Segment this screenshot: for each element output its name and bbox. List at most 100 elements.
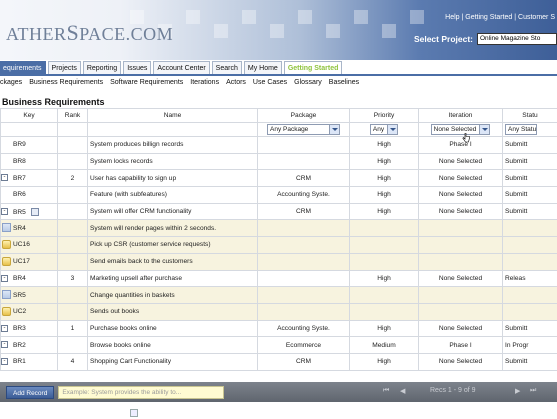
app-logo[interactable]: ATHERSPACE.COM [6, 20, 173, 46]
rank-cell[interactable] [57, 252, 88, 271]
expand-collapse-icon[interactable]: - [1, 274, 8, 282]
priority-cell[interactable] [349, 286, 419, 304]
expand-collapse-icon[interactable]: - [1, 207, 8, 215]
priority-cell[interactable] [349, 236, 419, 254]
status-cell[interactable]: Submitt [502, 186, 557, 204]
table-row[interactable]: - BR4 3 Marketing upsell after purchase High… [0, 269, 557, 288]
subtab-actors[interactable]: Actors [226, 79, 246, 91]
table-row[interactable]: - BR7 2 User has capability to sign up CRM Hi… [0, 169, 557, 188]
note-icon[interactable] [30, 207, 39, 216]
record-key-link[interactable]: UC16 [13, 241, 30, 248]
record-key-link[interactable]: SR4 [13, 225, 26, 232]
name-cell[interactable]: Purchase books online [87, 319, 258, 338]
tab-account-center[interactable]: Account Center [153, 61, 210, 74]
priority-cell[interactable] [349, 252, 419, 271]
iteration-cell[interactable] [418, 252, 503, 271]
tab-issues[interactable]: Issues [123, 61, 152, 74]
record-key-link[interactable]: BR6 [13, 191, 26, 198]
expand-collapse-icon[interactable]: - [1, 341, 8, 349]
project-select[interactable]: Online Magazine Sto [477, 33, 557, 45]
tab-search[interactable]: Search [211, 61, 242, 74]
name-cell[interactable]: Pick up CSR (customer service requests) [87, 236, 258, 254]
previous-page-icon[interactable]: ◀ [400, 387, 405, 395]
column-header-rank[interactable]: Rank [57, 108, 88, 123]
priority-cell[interactable]: High [349, 352, 419, 371]
column-header-priority[interactable]: Priority [349, 108, 419, 123]
record-key-link[interactable]: BR4 [13, 275, 26, 282]
package-cell[interactable]: Accounting Syste. [257, 186, 350, 204]
record-key-link[interactable]: BR1 [13, 358, 26, 365]
iteration-filter-select[interactable]: None Selected [430, 124, 491, 135]
rank-cell[interactable] [57, 219, 88, 238]
record-key-link[interactable]: BR7 [13, 175, 26, 182]
rank-cell[interactable] [57, 302, 88, 321]
name-cell[interactable]: System will render pages within 2 second… [87, 219, 258, 238]
priority-cell[interactable]: High [349, 269, 419, 288]
tab-my-home[interactable]: My Home [243, 61, 282, 74]
package-cell[interactable] [257, 302, 350, 321]
name-cell[interactable]: System will offer CRM functionality [87, 202, 258, 221]
table-row[interactable]: BR9 System produces billign records High Ph… [0, 136, 557, 154]
subtab-use-cases[interactable]: Use Cases [253, 79, 287, 91]
first-page-icon[interactable]: ⏮ [383, 387, 389, 395]
rank-cell[interactable] [57, 286, 88, 304]
column-header-key[interactable]: Key [0, 108, 58, 123]
status-cell[interactable] [502, 219, 557, 238]
subtab-software-requirements[interactable]: Software Requirements [110, 79, 183, 91]
iteration-cell[interactable]: Phase I [418, 136, 503, 154]
package-cell[interactable] [257, 269, 350, 288]
package-cell[interactable]: CRM [257, 202, 350, 221]
top-links[interactable]: Help | Getting Started | Customer S [445, 14, 555, 21]
iteration-cell[interactable]: None Selected [418, 352, 503, 371]
status-cell[interactable]: Submitt [502, 319, 557, 338]
tab-reporting[interactable]: Reporting [82, 61, 122, 74]
package-cell[interactable] [257, 152, 350, 171]
status-cell[interactable]: In Progr [502, 336, 557, 354]
new-record-input[interactable]: Example: System provides the ability to.… [58, 385, 225, 399]
priority-cell[interactable]: Medium [349, 336, 419, 354]
priority-cell[interactable]: High [349, 136, 419, 154]
package-cell[interactable] [257, 286, 350, 304]
table-row[interactable]: BR6 Feature (with subfeatures) Accounting … [0, 186, 557, 204]
priority-cell[interactable]: High [349, 169, 419, 188]
status-cell[interactable]: Submitt [502, 202, 557, 221]
iteration-cell[interactable]: None Selected [418, 152, 503, 171]
name-cell[interactable]: Send emails back to the customers [87, 252, 258, 271]
priority-cell[interactable]: High [349, 186, 419, 204]
last-page-icon[interactable]: ⏭ [530, 387, 536, 395]
expand-collapse-icon[interactable]: - [1, 174, 8, 182]
next-page-icon[interactable]: ▶ [515, 387, 520, 395]
tab-getting-started[interactable]: Getting Started [283, 61, 343, 74]
rank-cell[interactable]: 2 [57, 169, 88, 188]
package-cell[interactable] [257, 219, 350, 238]
table-row[interactable]: - BR2 Browse books online Ecommerce Medium Ph… [0, 336, 557, 354]
iteration-cell[interactable]: None Selected [418, 269, 503, 288]
record-key-link[interactable]: SR5 [13, 292, 26, 299]
package-filter-select[interactable]: Any Package [267, 124, 340, 135]
child-row[interactable]: SR5 Change quantities in baskets [0, 286, 557, 304]
iteration-cell[interactable]: None Selected [418, 319, 503, 338]
record-key-link[interactable]: BR5 [13, 208, 26, 215]
rank-cell[interactable] [57, 152, 88, 171]
tab-projects[interactable]: Projects [47, 61, 81, 74]
expand-collapse-icon[interactable]: - [1, 357, 8, 365]
child-row[interactable]: UC16 Pick up CSR (customer service reques… [0, 236, 557, 254]
table-row[interactable]: - BR1 4 Shopping Cart Functionality CRM High N… [0, 352, 557, 371]
column-header-status[interactable]: Statu [502, 108, 557, 123]
status-cell[interactable]: Submitt [502, 152, 557, 171]
subtab-baselines[interactable]: Baselines [329, 79, 359, 91]
tab-requirements[interactable]: equirements [0, 61, 46, 74]
name-cell[interactable]: Sends out books [87, 302, 258, 321]
table-row[interactable]: BR8 System locks records High None Selected… [0, 152, 557, 171]
record-key-link[interactable]: BR8 [13, 158, 26, 165]
priority-cell[interactable]: High [349, 319, 419, 338]
child-row[interactable]: UC2 Sends out books [0, 302, 557, 321]
status-cell[interactable]: Submitt [502, 136, 557, 154]
add-record-button[interactable]: Add Record [6, 385, 55, 399]
subtab-business-requirements[interactable]: Business Requirements [29, 79, 103, 91]
package-cell[interactable]: Ecommerce [257, 336, 350, 354]
column-header-package[interactable]: Package [257, 108, 350, 123]
status-cell[interactable] [502, 236, 557, 254]
iteration-cell[interactable] [418, 302, 503, 321]
column-header-iteration[interactable]: Iteration [418, 108, 503, 123]
